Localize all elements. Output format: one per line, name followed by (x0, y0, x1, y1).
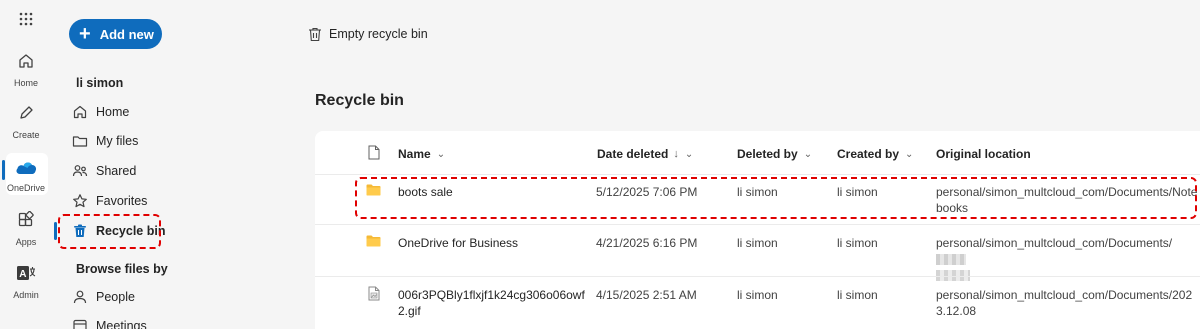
folder-icon (72, 136, 88, 147)
chevron-down-icon: ⌄ (684, 148, 694, 160)
rail-item-label: Admin (13, 290, 39, 300)
column-header-original-location[interactable]: Original location (936, 146, 1031, 162)
page-title: Recycle bin (315, 92, 404, 109)
rail-item-label: OneDrive (6, 183, 45, 193)
nav-item-my-files[interactable]: My files (72, 129, 138, 153)
app-rail: Home Create OneDrive Apps A Admin (0, 0, 52, 329)
location-text: personal/simon_multcloud_com/Documents/ (936, 236, 1173, 250)
column-header-label: Created by (837, 147, 900, 161)
star-icon (73, 194, 87, 208)
calendar-icon (73, 319, 87, 329)
rail-item-label: Home (13, 78, 38, 88)
apps-icon (18, 210, 34, 227)
column-header-date-deleted[interactable]: Date deleted ↓ ⌄ (597, 146, 693, 162)
home-icon (19, 54, 33, 68)
nav-item-favorites[interactable]: Favorites (72, 189, 147, 213)
chevron-down-icon: ⌄ (905, 148, 914, 160)
empty-recycle-bin-button[interactable]: Empty recycle bin (308, 24, 428, 44)
nav-item-label: Favorites (96, 194, 148, 208)
nav-item-home[interactable]: Home (72, 100, 129, 124)
created-by: li simon (837, 288, 878, 302)
column-header-label: Deleted by (737, 147, 798, 161)
svg-text:A: A (19, 269, 26, 280)
rail-item-admin[interactable]: A Admin (0, 264, 52, 300)
original-location: personal/simon_multcloud_com/Documents/2… (936, 288, 1193, 318)
header-divider (315, 174, 1200, 175)
column-header-label: Date deleted (597, 147, 669, 161)
column-header-created-by[interactable]: Created by ⌄ (837, 146, 913, 162)
row-divider (315, 276, 1200, 277)
waffle-icon (19, 12, 33, 26)
pen-icon (20, 106, 33, 119)
sort-down-arrow-icon: ↓ (673, 148, 679, 160)
rail-item-create[interactable]: Create (0, 104, 52, 140)
empty-recycle-bin-label: Empty recycle bin (329, 27, 428, 41)
file-name[interactable]: 006r3PQBly1flxjf1k24cg306o06owf2.gif (398, 287, 588, 319)
nav-item-label: Home (96, 105, 130, 119)
rail-item-apps[interactable]: Apps (0, 210, 52, 247)
onedrive-cloud-icon (16, 162, 37, 174)
nav-item-shared[interactable]: Shared (72, 159, 136, 183)
column-header-label: Name (398, 147, 431, 161)
rail-item-label: Apps (15, 237, 37, 247)
chevron-down-icon: ⌄ (436, 148, 446, 160)
redacted-text (936, 254, 966, 266)
nav-item-label: Meetings (96, 319, 147, 329)
people-icon (72, 165, 88, 177)
folder-icon (366, 235, 381, 247)
rail-item-label: Create (12, 130, 40, 140)
column-header-name[interactable]: Name ⌄ (398, 146, 445, 162)
browse-files-heading: Browse files by (76, 262, 168, 276)
nav-active-indicator (54, 222, 57, 240)
person-icon (73, 290, 87, 304)
add-new-button[interactable]: + Add new (69, 19, 162, 49)
rail-item-onedrive[interactable]: OneDrive (0, 160, 52, 193)
image-file-icon (368, 286, 380, 301)
date-deleted: 4/15/2025 2:51 AM (596, 288, 697, 302)
nav-item-label: People (96, 290, 135, 304)
date-deleted: 4/21/2025 6:16 PM (596, 236, 698, 250)
deleted-by: li simon (737, 236, 778, 250)
boots-sale-highlight-box (355, 177, 1197, 219)
file-type-header-icon[interactable] (368, 145, 380, 160)
chevron-down-icon: ⌄ (803, 148, 813, 160)
nav-item-label: Shared (96, 164, 137, 178)
home-icon (73, 105, 87, 119)
rail-item-home[interactable]: Home (0, 52, 52, 88)
deleted-by: li simon (737, 288, 778, 302)
column-header-deleted-by[interactable]: Deleted by ⌄ (737, 146, 812, 162)
admin-icon: A (17, 266, 36, 280)
nav-item-people[interactable]: People (72, 285, 135, 309)
left-navigation: + Add new li simon Home My files Shared (52, 0, 292, 329)
user-heading: li simon (76, 76, 124, 90)
created-by: li simon (837, 236, 878, 250)
row-divider (315, 224, 1200, 225)
column-header-label: Original location (936, 147, 1031, 161)
trash-icon (309, 27, 321, 41)
app-launcher-button[interactable] (0, 12, 52, 31)
file-name[interactable]: OneDrive for Business (398, 235, 518, 251)
plus-icon: + (79, 23, 91, 45)
add-new-label: Add new (99, 26, 154, 42)
recycle-bin-highlight-box (58, 214, 161, 249)
nav-item-label: My files (96, 134, 139, 148)
nav-item-meetings[interactable]: Meetings (72, 314, 147, 329)
